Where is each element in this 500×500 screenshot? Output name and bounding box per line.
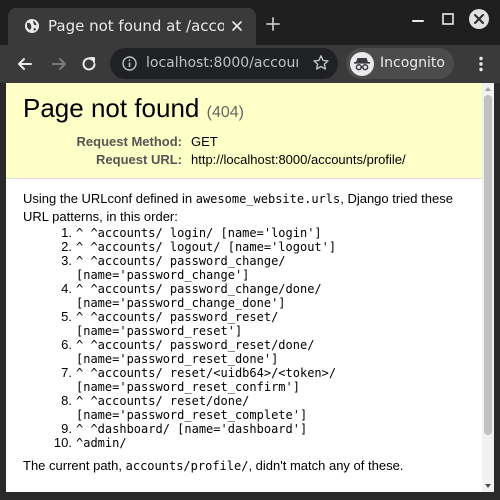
window-close-icon[interactable]	[469, 9, 489, 29]
pattern-number: 9.	[61, 421, 72, 436]
current-path: accounts/profile/	[125, 459, 249, 473]
request-url-label: Request URL:	[96, 152, 182, 167]
pattern-text: ^ ^accounts/ password_reset/done/ [name=…	[76, 338, 315, 366]
pattern-number: 10.	[53, 435, 72, 450]
url-pattern-item: 1. ^ ^accounts/ login/ [name='login']	[23, 225, 463, 241]
url-pattern-item: 6. ^ ^accounts/ password_reset/done/ [nam…	[23, 337, 463, 367]
globe-icon	[25, 19, 39, 33]
info-pre: Using the URLconf defined in	[23, 191, 196, 206]
pattern-number: 4.	[61, 281, 72, 296]
page-title: Page not found (404)	[23, 91, 244, 125]
footer-post: , didn't match any of these.	[248, 458, 404, 473]
urlconf-name: awesome_website.urls	[195, 192, 341, 206]
page-viewport: Page not found (404) Request Method: GET…	[6, 83, 494, 492]
scroll-down-icon[interactable]	[484, 482, 492, 490]
pattern-number: 1.	[61, 225, 72, 240]
url-pattern-item: 9. ^ ^dashboard/ [name='dashboard']	[23, 421, 463, 437]
arrow-right-icon[interactable]	[50, 55, 68, 73]
url-pattern-list: 1. ^ ^accounts/ login/ [name='login'] 2. ^ …	[23, 225, 463, 451]
url-text: localhost:8000/accounts/profile/	[146, 55, 298, 71]
star-icon[interactable]	[312, 54, 330, 72]
pattern-text: ^ ^accounts/ login/ [name='login']	[76, 226, 322, 240]
pattern-text: ^ ^accounts/ reset/<uidb64>/<token>/ [na…	[76, 366, 337, 394]
reload-icon[interactable]	[80, 55, 98, 73]
info-icon[interactable]	[122, 56, 137, 71]
request-method-label: Request Method:	[76, 134, 182, 149]
pattern-text: ^ ^dashboard/ [name='dashboard']	[76, 422, 308, 436]
incognito-icon	[350, 52, 374, 76]
window-bottom-edge	[0, 492, 500, 500]
url-pattern-item: 10. ^admin/	[23, 435, 463, 451]
status-code: (404)	[206, 104, 244, 121]
pattern-text: ^ ^accounts/ logout/ [name='logout']	[76, 240, 337, 254]
footer-pre: The current path,	[23, 458, 126, 473]
tab-title: Page not found at /accounts/profile/	[48, 17, 224, 35]
urlconf-info: Using the URLconf defined in awesome_web…	[23, 190, 473, 225]
tab-strip: Page not found at /accounts/profile/	[0, 0, 500, 45]
page-title-text: Page not found	[23, 93, 200, 123]
browser-tab[interactable]: Page not found at /accounts/profile/	[8, 8, 256, 45]
url-pattern-item: 5. ^ ^accounts/ password_reset/ [name='pa…	[23, 309, 463, 339]
pattern-text: ^ ^accounts/ password_change/ [name='pas…	[76, 254, 286, 282]
scrollbar-thumb[interactable]	[484, 95, 492, 435]
pattern-text: ^ ^accounts/ password_change/done/ [name…	[76, 282, 322, 310]
plus-icon[interactable]	[265, 16, 281, 32]
url-pattern-item: 2. ^ ^accounts/ logout/ [name='logout']	[23, 239, 463, 255]
url-pattern-item: 8. ^ ^accounts/ reset/done/ [name='passwo…	[23, 393, 463, 423]
pattern-number: 5.	[61, 309, 72, 324]
path-message: The current path, accounts/profile/, did…	[23, 457, 473, 475]
pattern-number: 7.	[61, 365, 72, 380]
browser-toolbar: localhost:8000/accounts/profile/ Incogni…	[0, 45, 500, 83]
pattern-number: 6.	[61, 337, 72, 352]
address-bar[interactable]: localhost:8000/accounts/profile/	[110, 48, 338, 79]
scroll-up-icon[interactable]	[484, 85, 492, 93]
url-pattern-item: 7. ^ ^accounts/ reset/<uidb64>/<token>/ […	[23, 365, 463, 395]
pattern-number: 8.	[61, 393, 72, 408]
more-vertical-icon[interactable]	[472, 55, 490, 73]
pattern-number: 2.	[61, 239, 72, 254]
pattern-text: ^admin/	[76, 436, 127, 450]
maximize-icon[interactable]	[438, 9, 458, 29]
pattern-number: 3.	[61, 253, 72, 268]
url-pattern-item: 3. ^ ^accounts/ password_change/ [name='p…	[23, 253, 463, 283]
pattern-text: ^ ^accounts/ password_reset/ [name='pass…	[76, 310, 279, 338]
url-pattern-item: 4. ^ ^accounts/ password_change/done/ [na…	[23, 281, 463, 311]
minimize-icon[interactable]	[408, 9, 428, 29]
error-summary: Page not found (404) Request Method: GET…	[6, 83, 482, 179]
pattern-text: ^ ^accounts/ reset/done/ [name='password…	[76, 394, 308, 422]
request-method-value: GET	[191, 134, 218, 149]
incognito-label: Incognito	[380, 55, 445, 71]
arrow-left-icon[interactable]	[16, 55, 34, 73]
close-icon[interactable]	[230, 19, 244, 33]
request-url-value: http://localhost:8000/accounts/profile/	[191, 152, 406, 167]
incognito-badge[interactable]: Incognito	[346, 48, 454, 79]
